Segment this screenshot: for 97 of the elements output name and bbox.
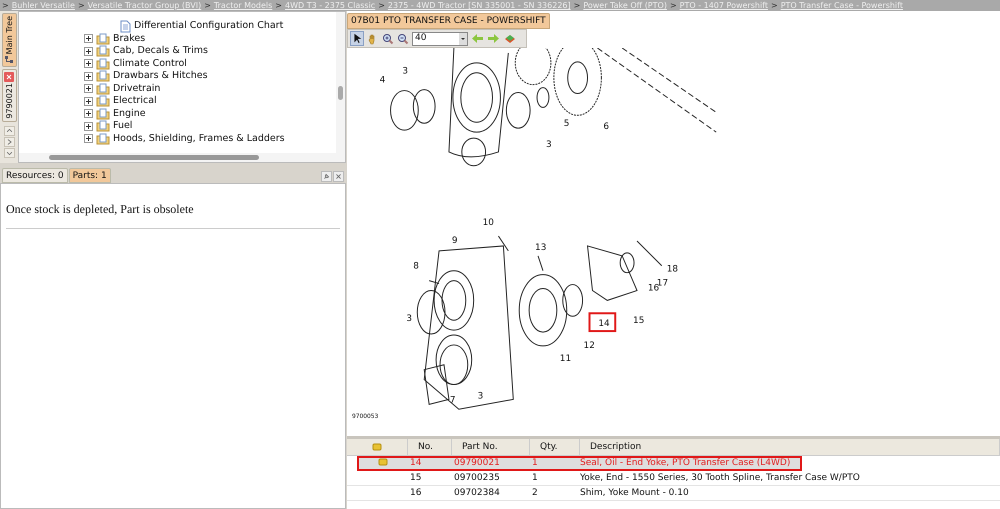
expand-icon[interactable] bbox=[84, 46, 93, 56]
play-icon[interactable] bbox=[4, 136, 14, 147]
breadcrumb-separator: > bbox=[78, 0, 85, 11]
folder-icon bbox=[96, 120, 110, 132]
callout-number[interactable]: 3 bbox=[478, 391, 484, 402]
table-cell-text: 1 bbox=[531, 472, 539, 485]
folder-icon bbox=[96, 132, 110, 145]
horizontal-scrollbar[interactable] bbox=[19, 153, 345, 162]
table-cell-text: 15 bbox=[409, 472, 422, 485]
zoom-in-icon[interactable] bbox=[382, 32, 394, 44]
vertical-scrollbar[interactable] bbox=[336, 12, 345, 153]
callout-number[interactable]: 3 bbox=[402, 66, 408, 77]
expand-icon[interactable] bbox=[84, 72, 93, 81]
pointer-tool-icon[interactable] bbox=[350, 31, 364, 46]
callout-number[interactable]: 15 bbox=[633, 316, 644, 326]
side-tab[interactable]: 9790021 bbox=[2, 69, 16, 122]
callout-number[interactable]: 14 bbox=[598, 319, 610, 330]
column-header[interactable]: Description bbox=[580, 439, 1000, 455]
breadcrumb-separator: > bbox=[204, 0, 211, 11]
table-cell-text: 16 bbox=[409, 487, 422, 500]
expand-icon[interactable] bbox=[84, 109, 93, 118]
expand-icon[interactable] bbox=[84, 134, 93, 144]
close-icon[interactable] bbox=[4, 72, 14, 82]
table-cell-text: Yoke, End - 1550 Series, 30 Tooth Spline, Transfer Case W/PTO bbox=[580, 472, 861, 485]
folder-icon bbox=[96, 32, 110, 45]
folder-icon bbox=[96, 108, 110, 120]
table-cell-text: 2 bbox=[531, 487, 539, 500]
part-note: Once stock is depleted, Part is obsolete bbox=[6, 200, 340, 229]
table-cell-text: 14 bbox=[409, 457, 422, 470]
close-icon[interactable] bbox=[333, 171, 344, 182]
tree-item[interactable]: Drivetrain bbox=[19, 82, 336, 95]
callout-number[interactable]: 3 bbox=[546, 140, 552, 150]
expand-icon[interactable] bbox=[84, 59, 93, 68]
zoom-out-icon[interactable] bbox=[397, 32, 409, 44]
callout-number[interactable]: 5 bbox=[564, 119, 570, 130]
pin-icon[interactable] bbox=[321, 171, 332, 182]
scroll-up-icon[interactable] bbox=[4, 126, 14, 136]
tree-icon bbox=[4, 55, 14, 64]
callout-number[interactable]: 11 bbox=[560, 354, 572, 364]
table-cell-text: 09702384 bbox=[453, 487, 501, 500]
tree-item[interactable]: Engine bbox=[19, 108, 336, 120]
callout-number[interactable]: 3 bbox=[406, 314, 412, 324]
folder-icon bbox=[96, 45, 110, 58]
breadcrumb-separator: > bbox=[275, 0, 282, 11]
tree-item[interactable]: Drawbars & Hitches bbox=[19, 70, 336, 82]
table-cell-text: 09700235 bbox=[453, 472, 501, 485]
side-tab-label: 9790021 bbox=[4, 83, 14, 119]
folder-icon bbox=[96, 95, 110, 108]
callout-number[interactable]: 12 bbox=[584, 340, 595, 351]
expand-icon[interactable] bbox=[84, 122, 93, 131]
folder-icon bbox=[96, 82, 110, 95]
caret-icon bbox=[459, 32, 467, 44]
expand-icon[interactable] bbox=[84, 96, 93, 106]
table-cell-text: 09790021 bbox=[453, 457, 501, 470]
tree-item[interactable]: Differential Configuration Chart bbox=[19, 20, 336, 32]
panel-tab[interactable]: Resources: 0 bbox=[2, 168, 68, 183]
diagram-title-tab[interactable]: 07B01 PTO TRANSFER CASE - POWERSHIFT bbox=[347, 13, 550, 29]
tree-item[interactable]: Fuel bbox=[19, 120, 336, 132]
side-tab[interactable]: Main Tree bbox=[2, 13, 16, 68]
callout-number[interactable]: 4 bbox=[380, 76, 386, 86]
breadcrumb-separator: > bbox=[770, 0, 778, 11]
zoom-select[interactable]: 40 bbox=[412, 32, 468, 46]
tree-item[interactable]: Electrical bbox=[19, 95, 336, 108]
document-icon bbox=[120, 20, 131, 33]
folder-icon bbox=[96, 58, 110, 70]
scroll-down-icon[interactable] bbox=[4, 148, 14, 158]
callout-number[interactable]: 7 bbox=[450, 395, 456, 406]
logo-icon bbox=[503, 32, 517, 44]
expand-icon[interactable] bbox=[84, 84, 93, 94]
column-header[interactable]: No. bbox=[408, 439, 452, 455]
table-cell-text: 1 bbox=[531, 457, 539, 470]
column-header[interactable]: Part No. bbox=[452, 439, 530, 455]
tree-item[interactable]: Cab, Decals & Trims bbox=[19, 45, 336, 58]
breadcrumb-separator: > bbox=[378, 0, 385, 11]
table-cell-text: Seal, Oil - End Yoke, PTO Transfer Case (L4WD) bbox=[580, 457, 792, 470]
callout-number[interactable]: 13 bbox=[535, 242, 546, 253]
table-row[interactable]: 16 09702384 2 Shim, Yoke Mount - 0.10 bbox=[347, 486, 1000, 501]
callout-number[interactable]: 10 bbox=[482, 218, 494, 228]
callout-number[interactable]: 18 bbox=[666, 264, 678, 275]
breadcrumb-separator: > bbox=[574, 0, 580, 11]
callout-number[interactable]: 8 bbox=[413, 262, 419, 272]
folder-icon bbox=[96, 70, 110, 82]
tree-item[interactable]: Hoods, Shielding, Frames & Ladders bbox=[19, 132, 336, 145]
panel-tab[interactable]: Parts: 1 bbox=[68, 168, 111, 183]
callout-number[interactable]: 6 bbox=[603, 122, 610, 132]
side-tab-label: Main Tree bbox=[4, 16, 14, 54]
tree-item[interactable]: Climate Control bbox=[19, 58, 336, 70]
column-header[interactable]: Qty. bbox=[530, 439, 580, 455]
breadcrumb-separator: > bbox=[670, 0, 677, 11]
breadcrumb-separator: > bbox=[2, 0, 9, 11]
expand-icon[interactable] bbox=[84, 34, 93, 44]
callout-number[interactable]: 16 bbox=[648, 284, 660, 294]
tree-item[interactable]: Brakes bbox=[19, 32, 336, 45]
table-row[interactable]: 15 09700235 1 Yoke, End - 1550 Series, 30 Tooth Spline, Transfer Case W/PTO bbox=[347, 471, 1000, 486]
table-row[interactable]: 14 09790021 1 Seal, Oil - End Yoke, PTO Transfer Case (L4WD) bbox=[357, 456, 802, 471]
table-cell-text: Shim, Yoke Mount - 0.10 bbox=[580, 487, 690, 500]
callout-number[interactable]: 9 bbox=[452, 236, 458, 246]
